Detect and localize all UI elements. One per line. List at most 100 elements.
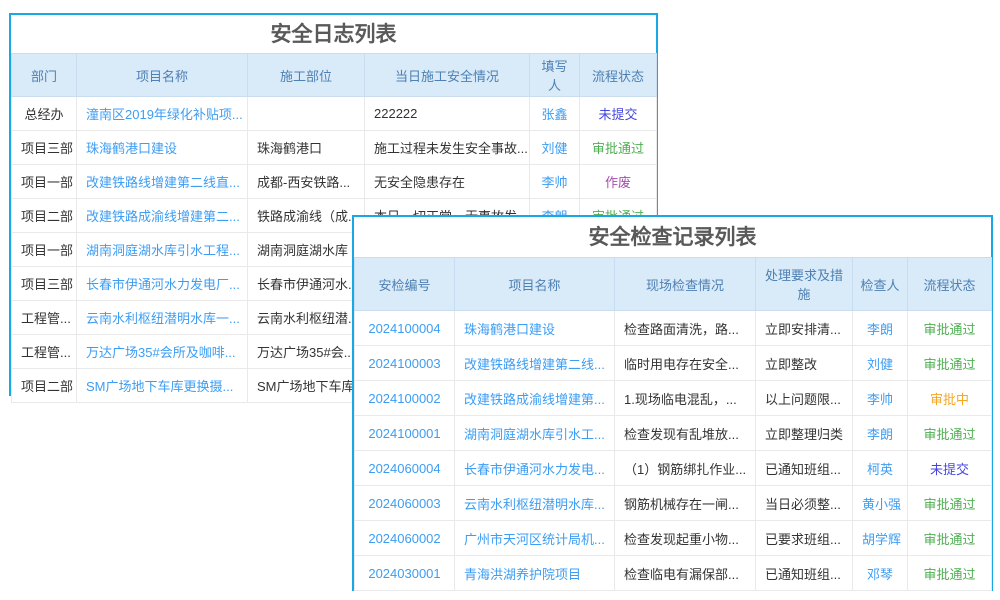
project-name-link[interactable]: 青海洪湖养护院项目: [455, 556, 615, 591]
safety-inspection-header: 安检编号项目名称现场检查情况处理要求及措施检查人流程状态: [355, 258, 992, 311]
project-name-link[interactable]: 潼南区2019年绿化补贴项...: [77, 97, 248, 131]
cell-location: 珠海鹤港口: [248, 131, 365, 165]
project-name-link[interactable]: 湖南洞庭湖水库引水工...: [455, 416, 615, 451]
cell-department: 项目三部: [12, 267, 77, 301]
cell-site-check: 1.现场临电混乱，...: [615, 381, 756, 416]
inspector-link[interactable]: 黄小强: [853, 486, 908, 521]
cell-measures: 已通知班组...: [756, 451, 853, 486]
header-row: 安检编号项目名称现场检查情况处理要求及措施检查人流程状态: [355, 258, 992, 311]
cell-department: 工程管...: [12, 301, 77, 335]
workflow-status: 未提交: [908, 451, 992, 486]
writer-link[interactable]: 张鑫: [530, 97, 580, 131]
project-name-link[interactable]: 珠海鹤港口建设: [455, 311, 615, 346]
safety-inspection-body: 2024100004珠海鹤港口建设检查路面清洗，路...立即安排清...李朗审批…: [355, 311, 992, 591]
table-row: 2024060004长春市伊通河水力发电...（1）钢筋绑扎作业...已通知班组…: [355, 451, 992, 486]
workflow-status: 审批通过: [908, 346, 992, 381]
cell-location: [248, 97, 365, 131]
project-name-link[interactable]: 云南水利枢纽潜明水库一...: [77, 301, 248, 335]
inspection-id-link[interactable]: 2024030001: [355, 556, 455, 591]
inspector-link[interactable]: 柯英: [853, 451, 908, 486]
cell-site-check: 检查发现有乱堆放...: [615, 416, 756, 451]
column-header: 检查人: [853, 258, 908, 311]
cell-department: 项目二部: [12, 199, 77, 233]
inspector-link[interactable]: 胡学辉: [853, 521, 908, 556]
header-row: 部门项目名称施工部位当日施工安全情况填写人流程状态: [12, 54, 657, 97]
table-row: 2024100002改建铁路成渝线增建第...1.现场临电混乱，...以上问题限…: [355, 381, 992, 416]
inspection-id-link[interactable]: 2024100002: [355, 381, 455, 416]
workflow-status: 审批通过: [908, 556, 992, 591]
table-row: 2024100004珠海鹤港口建设检查路面清洗，路...立即安排清...李朗审批…: [355, 311, 992, 346]
safety-log-title: 安全日志列表: [11, 15, 656, 53]
project-name-link[interactable]: 万达广场35#会所及咖啡...: [77, 335, 248, 369]
table-row: 项目三部珠海鹤港口建设珠海鹤港口施工过程未发生安全事故...刘健审批通过: [12, 131, 657, 165]
cell-department: 总经办: [12, 97, 77, 131]
safety-inspection-table: 安检编号项目名称现场检查情况处理要求及措施检查人流程状态 2024100004珠…: [354, 257, 992, 591]
inspection-id-link[interactable]: 2024100003: [355, 346, 455, 381]
project-name-link[interactable]: 改建铁路成渝线增建第...: [455, 381, 615, 416]
inspection-id-link[interactable]: 2024060004: [355, 451, 455, 486]
column-header: 流程状态: [908, 258, 992, 311]
cell-location: 云南水利枢纽潜...: [248, 301, 365, 335]
safety-inspection-title: 安全检查记录列表: [354, 217, 991, 257]
inspection-id-link[interactable]: 2024100001: [355, 416, 455, 451]
column-header: 施工部位: [248, 54, 365, 97]
inspection-id-link[interactable]: 2024060002: [355, 521, 455, 556]
cell-measures: 已通知班组...: [756, 556, 853, 591]
column-header: 处理要求及措施: [756, 258, 853, 311]
cell-location: 铁路成渝线（成...: [248, 199, 365, 233]
cell-department: 项目一部: [12, 165, 77, 199]
project-name-link[interactable]: 长春市伊通河水力发电...: [455, 451, 615, 486]
cell-location: 万达广场35#会...: [248, 335, 365, 369]
workflow-status: 审批通过: [908, 311, 992, 346]
cell-measures: 已要求班组...: [756, 521, 853, 556]
inspector-link[interactable]: 邓琴: [853, 556, 908, 591]
cell-location: 长春市伊通河水...: [248, 267, 365, 301]
safety-inspection-panel: 安全检查记录列表 安检编号项目名称现场检查情况处理要求及措施检查人流程状态 20…: [352, 215, 993, 591]
inspector-link[interactable]: 李朗: [853, 311, 908, 346]
inspector-link[interactable]: 刘健: [853, 346, 908, 381]
workflow-status: 审批通过: [908, 486, 992, 521]
column-header: 现场检查情况: [615, 258, 756, 311]
cell-department: 工程管...: [12, 335, 77, 369]
cell-site-check: 检查发现起重小物...: [615, 521, 756, 556]
project-name-link[interactable]: 湖南洞庭湖水库引水工程...: [77, 233, 248, 267]
project-name-link[interactable]: 云南水利枢纽潜明水库...: [455, 486, 615, 521]
cell-site-check: 钢筋机械存在一闸...: [615, 486, 756, 521]
inspector-link[interactable]: 李帅: [853, 381, 908, 416]
column-header: 项目名称: [77, 54, 248, 97]
table-row: 2024100003改建铁路线增建第二线...临时用电存在安全...立即整改刘健…: [355, 346, 992, 381]
writer-link[interactable]: 李帅: [530, 165, 580, 199]
column-header: 项目名称: [455, 258, 615, 311]
cell-department: 项目一部: [12, 233, 77, 267]
cell-site-check: 检查临电有漏保部...: [615, 556, 756, 591]
inspection-id-link[interactable]: 2024060003: [355, 486, 455, 521]
cell-measures: 立即整理归类: [756, 416, 853, 451]
cell-location: 湖南洞庭湖水库: [248, 233, 365, 267]
workflow-status: 审批通过: [908, 521, 992, 556]
cell-site-check: 检查路面清洗，路...: [615, 311, 756, 346]
cell-location: 成都-西安铁路...: [248, 165, 365, 199]
cell-measures: 立即安排清...: [756, 311, 853, 346]
cell-department: 项目三部: [12, 131, 77, 165]
project-name-link[interactable]: 改建铁路线增建第二线...: [455, 346, 615, 381]
table-row: 总经办潼南区2019年绿化补贴项...222222张鑫未提交: [12, 97, 657, 131]
project-name-link[interactable]: SM广场地下车库更换摄...: [77, 369, 248, 403]
inspector-link[interactable]: 李朗: [853, 416, 908, 451]
inspection-id-link[interactable]: 2024100004: [355, 311, 455, 346]
writer-link[interactable]: 刘健: [530, 131, 580, 165]
project-name-link[interactable]: 改建铁路成渝线增建第二...: [77, 199, 248, 233]
table-row: 2024100001湖南洞庭湖水库引水工...检查发现有乱堆放...立即整理归类…: [355, 416, 992, 451]
project-name-link[interactable]: 珠海鹤港口建设: [77, 131, 248, 165]
workflow-status: 审批通过: [580, 131, 657, 165]
table-row: 2024060002广州市天河区统计局机...检查发现起重小物...已要求班组.…: [355, 521, 992, 556]
cell-safety-status: 222222: [365, 97, 530, 131]
cell-safety-status: 施工过程未发生安全事故...: [365, 131, 530, 165]
safety-log-header: 部门项目名称施工部位当日施工安全情况填写人流程状态: [12, 54, 657, 97]
project-name-link[interactable]: 广州市天河区统计局机...: [455, 521, 615, 556]
column-header: 填写人: [530, 54, 580, 97]
cell-site-check: （1）钢筋绑扎作业...: [615, 451, 756, 486]
project-name-link[interactable]: 长春市伊通河水力发电厂...: [77, 267, 248, 301]
column-header: 部门: [12, 54, 77, 97]
project-name-link[interactable]: 改建铁路线增建第二线直...: [77, 165, 248, 199]
cell-measures: 当日必须整...: [756, 486, 853, 521]
